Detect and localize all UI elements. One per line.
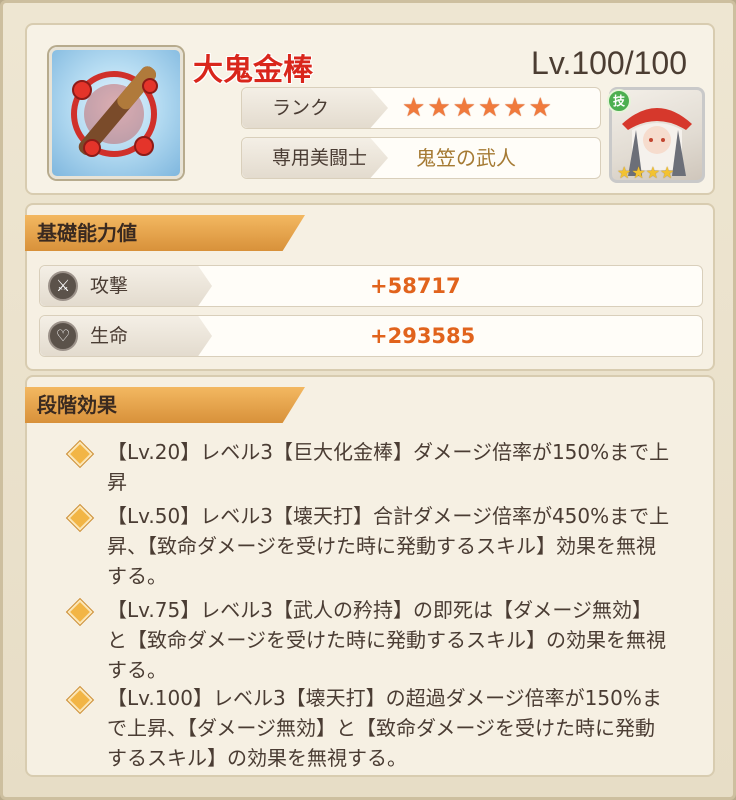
- rank-row: ランク ★ ★ ★ ★ ★ ★: [241, 87, 601, 129]
- rank-star-icon: ★: [452, 93, 476, 123]
- rank-stars: ★ ★ ★ ★ ★ ★: [402, 93, 552, 123]
- basic-stats-section: 基礎能力値 ⚔ 攻撃 +58717 ♡ 生命 +293585: [25, 203, 715, 371]
- stage-effect-text: 【Lv.100】レベル3【壊天打】の超過ダメージ倍率が150%まで上昇、【ダメー…: [107, 686, 662, 770]
- stage-effect-item: 【Lv.20】レベル3【巨大化金棒】ダメージ倍率が150%まで上昇: [67, 437, 671, 497]
- life-stat-row: ♡ 生命 +293585: [39, 315, 703, 357]
- rank-star-icon: ★: [477, 93, 502, 123]
- item-level: Lv.100/100: [531, 45, 687, 81]
- portrait-stars: ★★★★: [617, 163, 675, 182]
- stage-effect-text: 【Lv.20】レベル3【巨大化金棒】ダメージ倍率が150%まで上昇: [107, 440, 670, 494]
- diamond-bullet-icon: [67, 441, 93, 467]
- attack-stat-row: ⚔ 攻撃 +58717: [39, 265, 703, 307]
- life-value: +293585: [370, 324, 476, 348]
- stage-effect-text: 【Lv.50】レベル3【壊天打】合計ダメージ倍率が450%まで上昇、【致命ダメー…: [107, 504, 670, 588]
- exclusive-unit-label: 専用美闘士: [242, 138, 388, 178]
- stage-effects-section: 段階効果 【Lv.20】レベル3【巨大化金棒】ダメージ倍率が150%まで上昇 【…: [25, 375, 715, 777]
- stage-effects-header: 段階効果: [25, 387, 305, 423]
- rank-star-icon: ★: [503, 93, 527, 123]
- stage-effect-text: 【Lv.75】レベル3【武人の矜持】の即死は【ダメージ無効】と【致命ダメージを受…: [107, 598, 666, 682]
- exclusive-unit-row: 専用美闘士 鬼笠の武人: [241, 137, 601, 179]
- rank-star-icon: ★: [402, 93, 426, 123]
- stage-effect-item: 【Lv.75】レベル3【武人の矜持】の即死は【ダメージ無効】と【致命ダメージを受…: [67, 595, 671, 685]
- rank-star-icon: ★: [528, 93, 552, 123]
- life-label: 生命: [90, 325, 129, 347]
- heart-icon: ♡: [48, 321, 78, 351]
- club-icon: [71, 66, 158, 157]
- attack-label: 攻撃: [90, 275, 129, 297]
- skill-badge-icon: 技: [607, 89, 631, 113]
- basic-stats-header: 基礎能力値: [25, 215, 305, 251]
- rank-star-icon: ★: [427, 93, 451, 123]
- exclusive-unit-name[interactable]: 鬼笠の武人: [416, 138, 516, 178]
- item-title: 大鬼金棒: [193, 53, 313, 88]
- rank-label: ランク: [242, 88, 388, 128]
- diamond-bullet-icon: [67, 687, 93, 713]
- stage-effect-item: 【Lv.50】レベル3【壊天打】合計ダメージ倍率が450%まで上昇、【致命ダメー…: [67, 501, 671, 591]
- diamond-bullet-icon: [67, 505, 93, 531]
- attack-stat-label-tab: ⚔ 攻撃: [40, 266, 212, 306]
- equipment-detail-frame: 大鬼金棒 Lv.100/100 ランク ★ ★ ★ ★ ★ ★ 専用美闘士 鬼笠…: [0, 0, 736, 800]
- stage-effect-item: 【Lv.100】レベル3【壊天打】の超過ダメージ倍率が150%まで上昇、【ダメー…: [67, 683, 671, 773]
- diamond-bullet-icon: [67, 599, 93, 625]
- life-stat-label-tab: ♡ 生命: [40, 316, 212, 356]
- item-icon-club: [49, 47, 183, 179]
- crossed-swords-icon: ⚔: [48, 271, 78, 301]
- attack-value: +58717: [370, 274, 461, 298]
